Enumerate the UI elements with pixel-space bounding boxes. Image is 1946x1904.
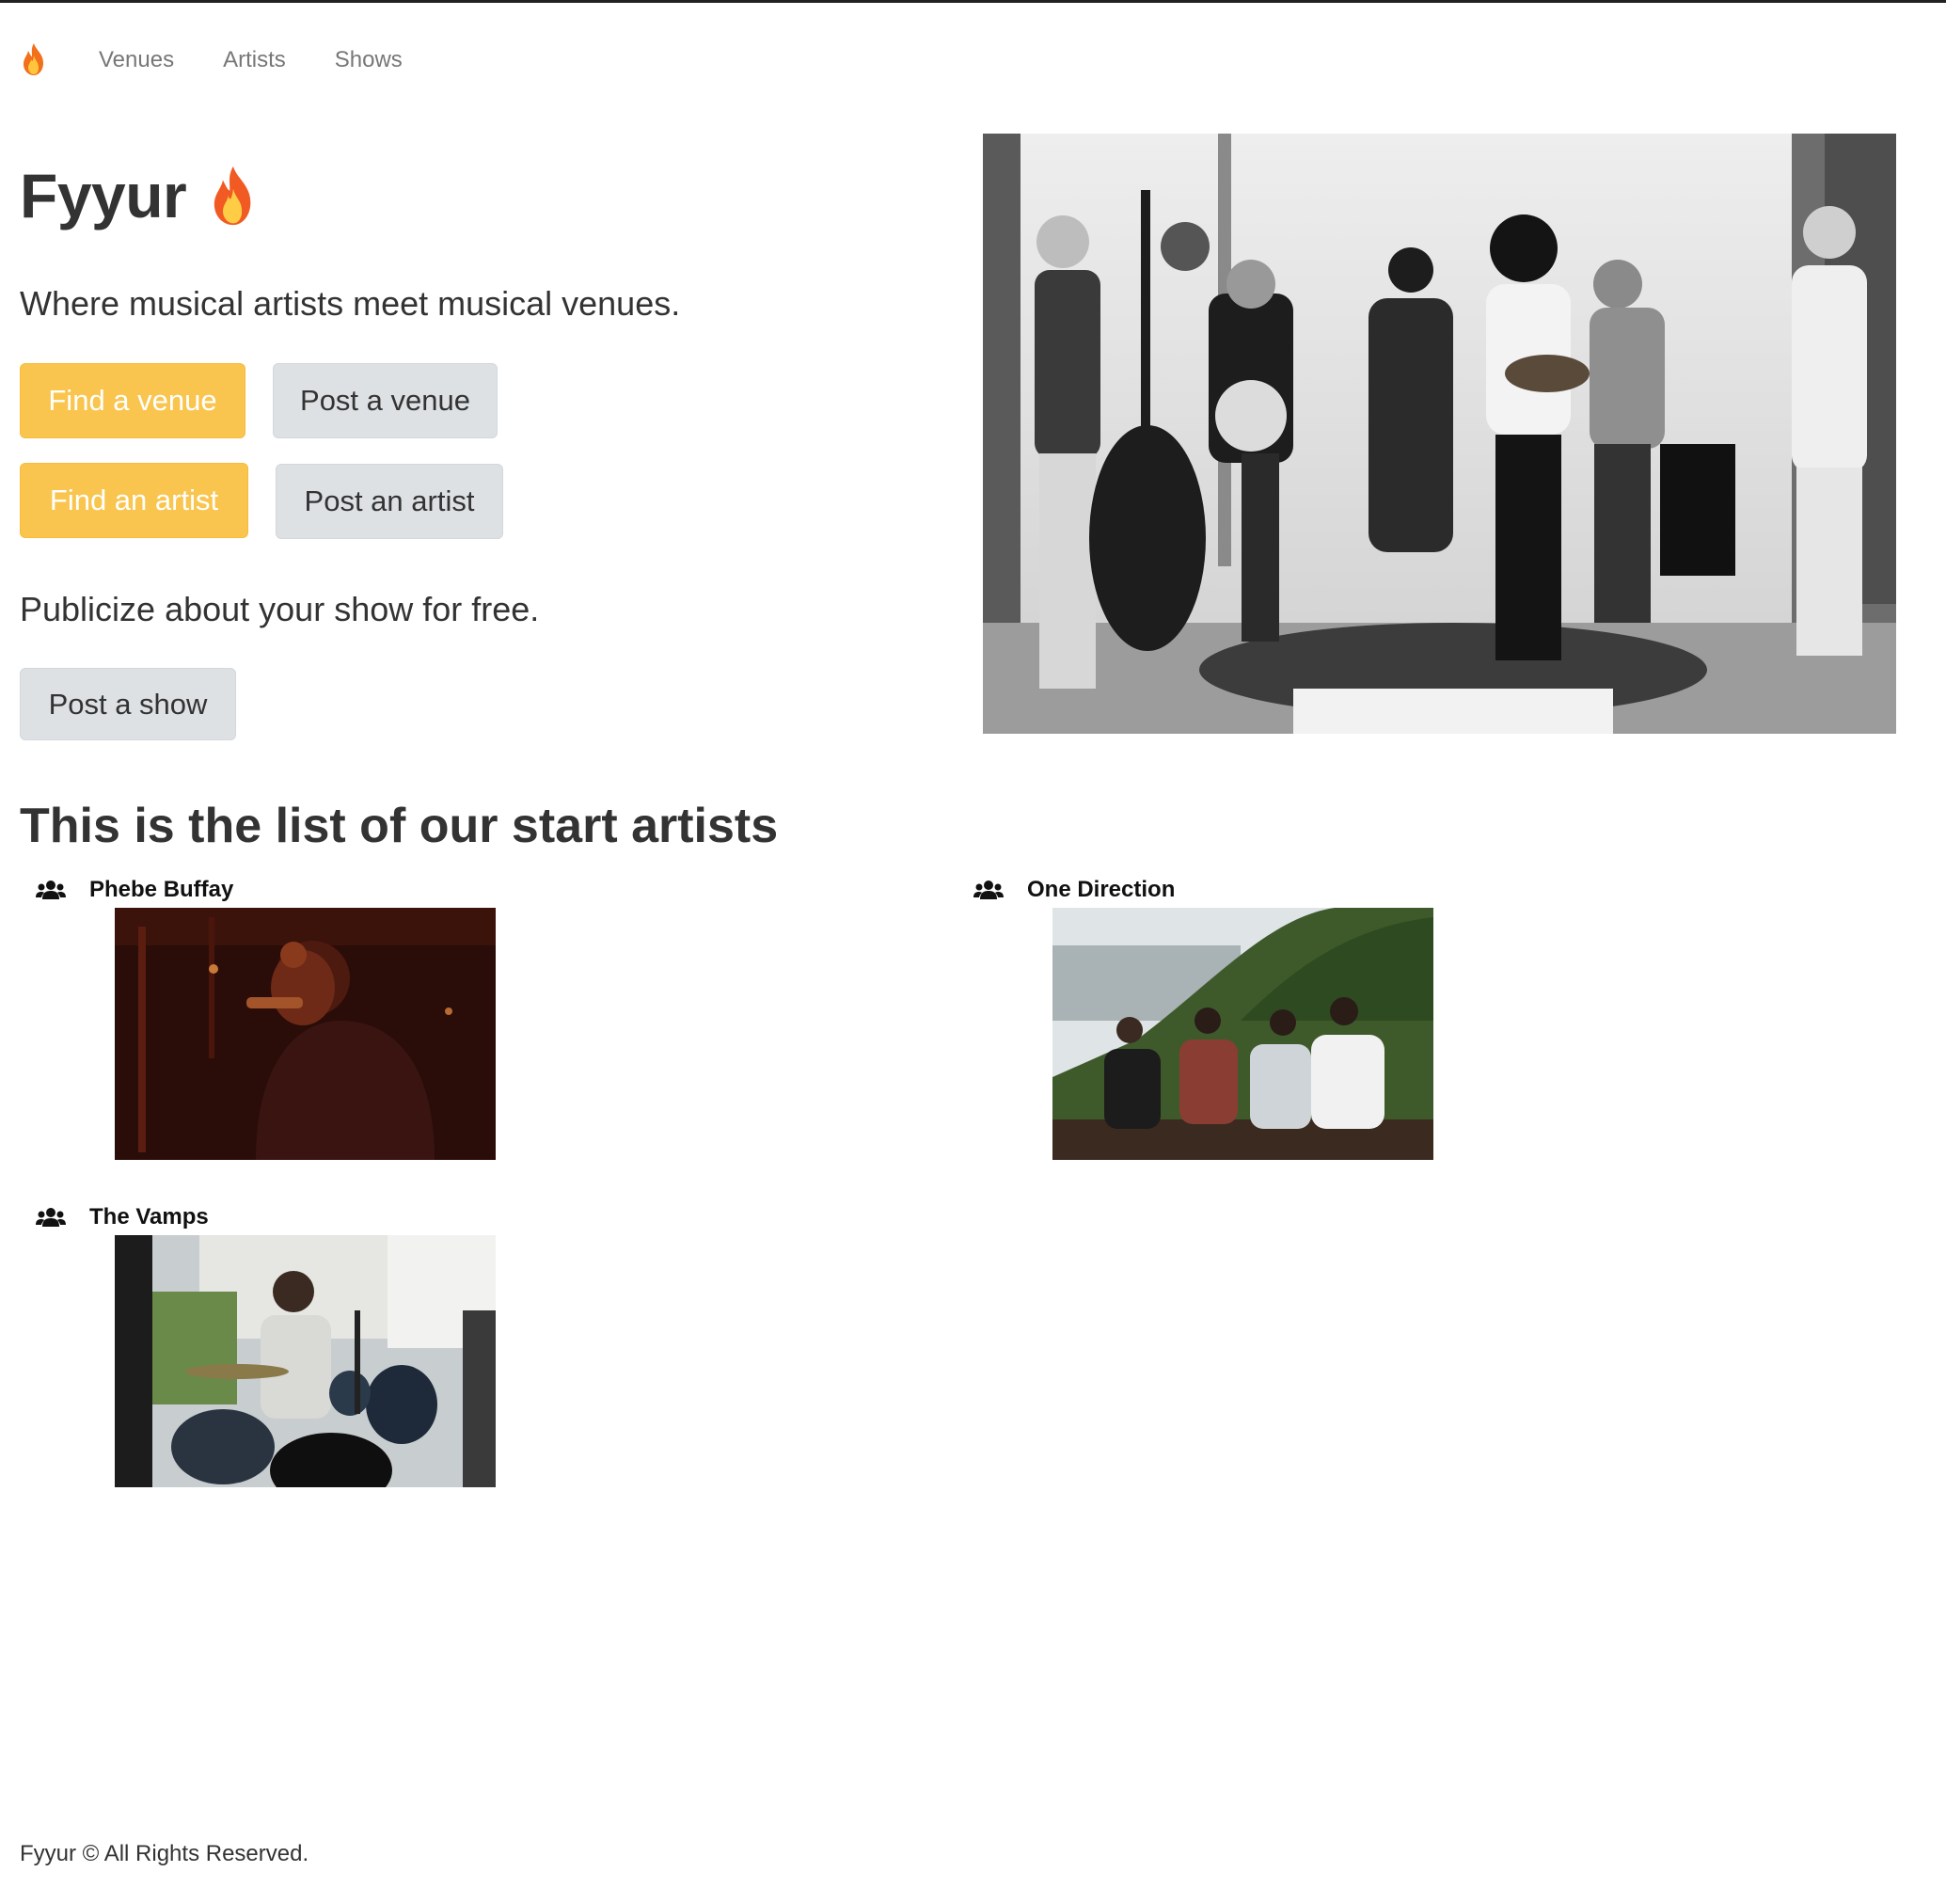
page-title: Fyyur: [20, 161, 187, 230]
artists-section-title: This is the list of our start artists: [20, 799, 779, 853]
artist-name[interactable]: Phebe Buffay: [89, 877, 233, 903]
group-on-hillside-photo[interactable]: [1052, 908, 1433, 1160]
artist-card[interactable]: Phebe Buffay: [20, 874, 496, 1160]
users-icon: [973, 881, 1004, 899]
top-border: [0, 0, 1946, 3]
footer-text: Fyyur © All Rights Reserved.: [20, 1841, 309, 1866]
nav-link-venues[interactable]: Venues: [99, 47, 174, 73]
find-artist-button[interactable]: Find an artist: [20, 463, 248, 538]
users-icon: [36, 1208, 66, 1227]
band-performance-photo: [983, 134, 1896, 734]
nav-link-artists[interactable]: Artists: [223, 47, 286, 73]
navbar: Venues Artists Shows: [20, 41, 403, 79]
artist-card[interactable]: One Direction: [957, 874, 1433, 1160]
artist-name[interactable]: The Vamps: [89, 1204, 209, 1230]
nav-link-shows[interactable]: Shows: [335, 47, 403, 73]
lead-text-venues: Where musical artists meet musical venue…: [20, 284, 681, 323]
post-show-button[interactable]: Post a show: [20, 668, 236, 740]
page-title-row: Fyyur: [20, 160, 260, 231]
post-artist-button[interactable]: Post an artist: [276, 464, 503, 539]
drummer-photo[interactable]: [115, 1235, 496, 1487]
fire-icon: [214, 166, 251, 226]
artist-name[interactable]: One Direction: [1027, 877, 1175, 903]
post-venue-button[interactable]: Post a venue: [273, 363, 498, 438]
users-icon: [36, 881, 66, 899]
find-venue-button[interactable]: Find a venue: [20, 363, 245, 438]
singer-on-stage-photo[interactable]: [115, 908, 496, 1160]
lead-text-show: Publicize about your show for free.: [20, 590, 540, 628]
fire-icon[interactable]: [20, 42, 52, 78]
artist-card[interactable]: The Vamps: [20, 1201, 496, 1487]
